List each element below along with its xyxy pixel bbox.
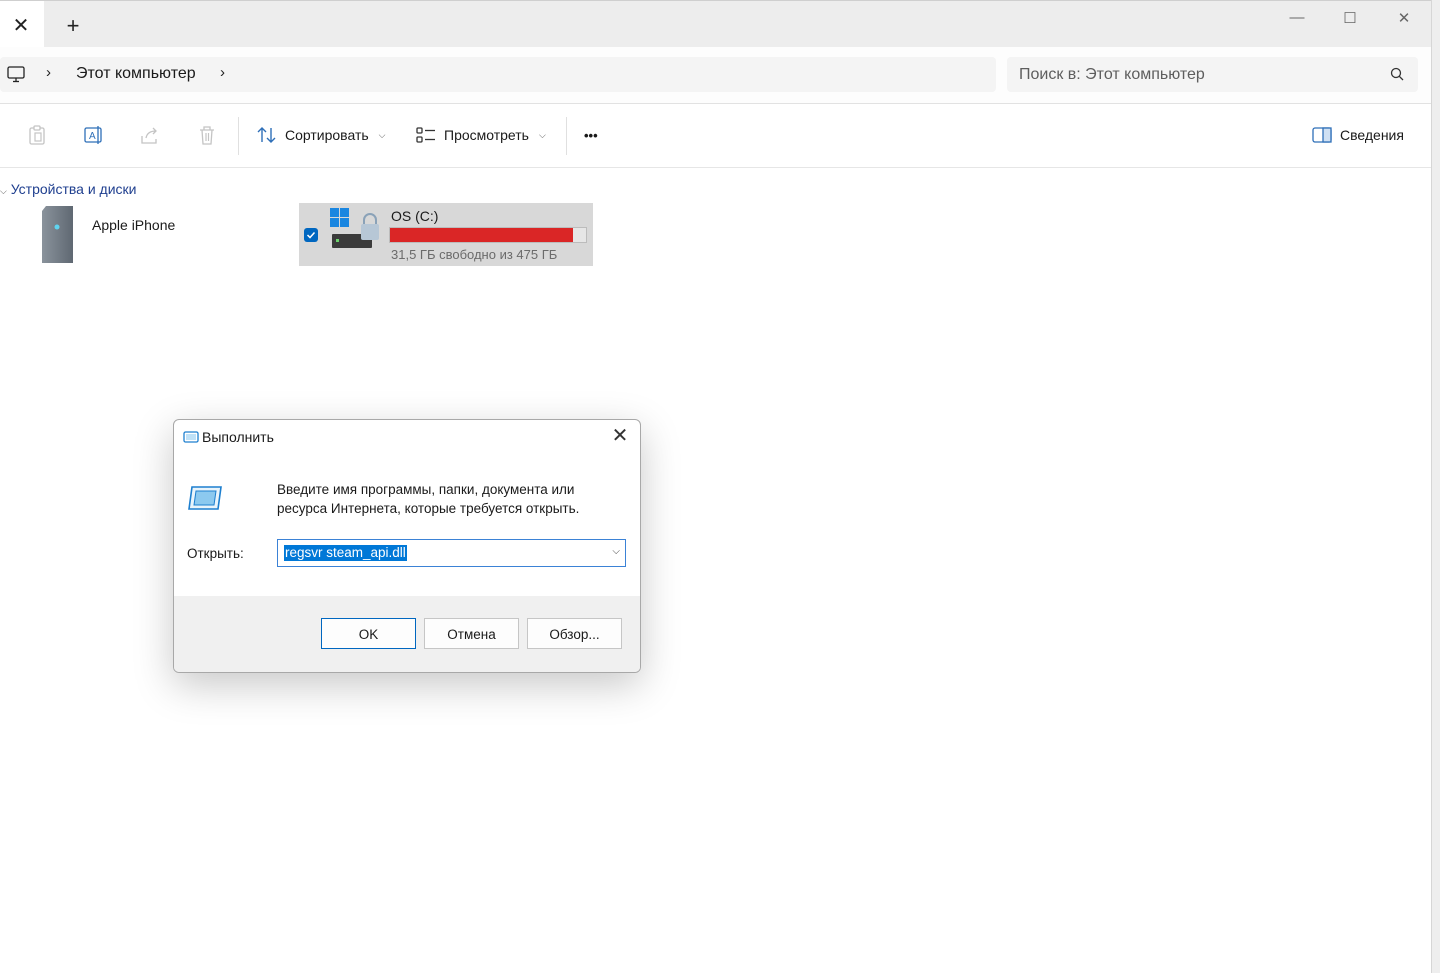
drive-usage-bar <box>389 227 587 243</box>
drive-os-c[interactable]: OS (C:) 31,5 ГБ свободно из 475 ГБ <box>299 203 593 266</box>
run-dialog: Выполнить ✕ Введите имя программы, папки… <box>173 419 641 673</box>
toolbar-divider <box>566 117 567 155</box>
device-name: Apple iPhone <box>92 217 176 233</box>
window-edge <box>1431 0 1440 973</box>
sort-icon <box>257 127 276 143</box>
open-input-value[interactable]: regsvr steam_api.dll <box>284 545 407 561</box>
sort-label: Сортировать <box>285 127 369 143</box>
section-devices-and-drives[interactable]: ⌵ Устройства и диски <box>0 181 137 197</box>
command-bar: A Сортировать ⌵ Просмотреть ⌵ ••• Сведен… <box>0 104 1432 168</box>
chevron-down-icon: ⌵ <box>378 129 386 140</box>
device-apple-iphone[interactable]: Apple iPhone <box>30 200 280 270</box>
drive-name: OS (C:) <box>391 208 439 224</box>
chevron-down-icon[interactable]: ⌵ <box>612 546 620 557</box>
ok-button[interactable]: OK <box>321 618 416 649</box>
computer-icon <box>7 66 25 83</box>
view-label: Просмотреть <box>444 127 529 143</box>
search-box[interactable] <box>1007 57 1418 92</box>
checkbox-icon[interactable] <box>304 228 318 242</box>
paste-icon[interactable] <box>26 124 48 146</box>
address-bar: › Этот компьютер › <box>0 47 1432 104</box>
view-icon <box>416 127 435 143</box>
drive-free-space: 31,5 ГБ свободно из 475 ГБ <box>391 247 558 262</box>
share-icon[interactable] <box>139 124 161 146</box>
chevron-right-icon[interactable]: › <box>220 64 225 81</box>
close-icon[interactable]: ✕ <box>610 426 630 446</box>
search-input[interactable] <box>1017 61 1381 89</box>
more-options-button[interactable]: ••• <box>584 122 598 148</box>
close-tab-icon[interactable]: ✕ <box>12 16 30 36</box>
view-button[interactable]: Просмотреть ⌵ <box>416 122 546 148</box>
cancel-button[interactable]: Отмена <box>424 618 519 649</box>
dialog-description: Введите имя программы, папки, документа … <box>277 482 580 516</box>
details-button[interactable]: Сведения <box>1312 122 1404 148</box>
dialog-title: Выполнить <box>202 429 274 445</box>
open-label: Открыть: <box>187 546 244 561</box>
close-window-icon[interactable]: ✕ <box>1393 9 1415 29</box>
minimize-icon[interactable]: — <box>1286 9 1308 29</box>
toolbar-divider <box>238 117 239 155</box>
chevron-down-icon: ⌵ <box>0 186 7 196</box>
section-label: Устройства и диски <box>10 181 137 197</box>
title-bar: ✕ + — ☐ ✕ <box>0 0 1432 48</box>
more-icon: ••• <box>584 127 598 143</box>
run-program-icon <box>188 486 222 510</box>
search-icon[interactable] <box>1390 67 1404 81</box>
phone-device-icon <box>42 206 73 263</box>
dialog-body: Введите имя программы, папки, документа … <box>174 454 640 596</box>
breadcrumb-this-pc[interactable]: Этот компьютер <box>76 65 196 83</box>
chevron-right-icon[interactable]: › <box>46 64 51 81</box>
breadcrumb[interactable]: › Этот компьютер › <box>0 57 996 92</box>
delete-icon[interactable] <box>196 124 218 146</box>
run-icon <box>183 431 199 443</box>
dialog-footer: OK Отмена Обзор... <box>174 596 640 672</box>
rename-icon[interactable]: A <box>83 124 105 146</box>
drive-usage-fill <box>390 228 574 242</box>
maximize-icon[interactable]: ☐ <box>1339 9 1361 29</box>
open-combobox[interactable]: regsvr steam_api.dll ⌵ <box>277 539 626 567</box>
chevron-down-icon: ⌵ <box>538 129 546 140</box>
svg-text:A: A <box>89 131 96 142</box>
details-pane-icon <box>1312 127 1332 143</box>
details-label: Сведения <box>1340 127 1404 143</box>
sort-button[interactable]: Сортировать ⌵ <box>257 122 385 148</box>
system-drive-icon <box>330 208 379 248</box>
new-tab-icon[interactable]: + <box>64 15 82 37</box>
browse-button[interactable]: Обзор... <box>527 618 622 649</box>
tab-this-pc[interactable]: ✕ <box>0 1 44 48</box>
